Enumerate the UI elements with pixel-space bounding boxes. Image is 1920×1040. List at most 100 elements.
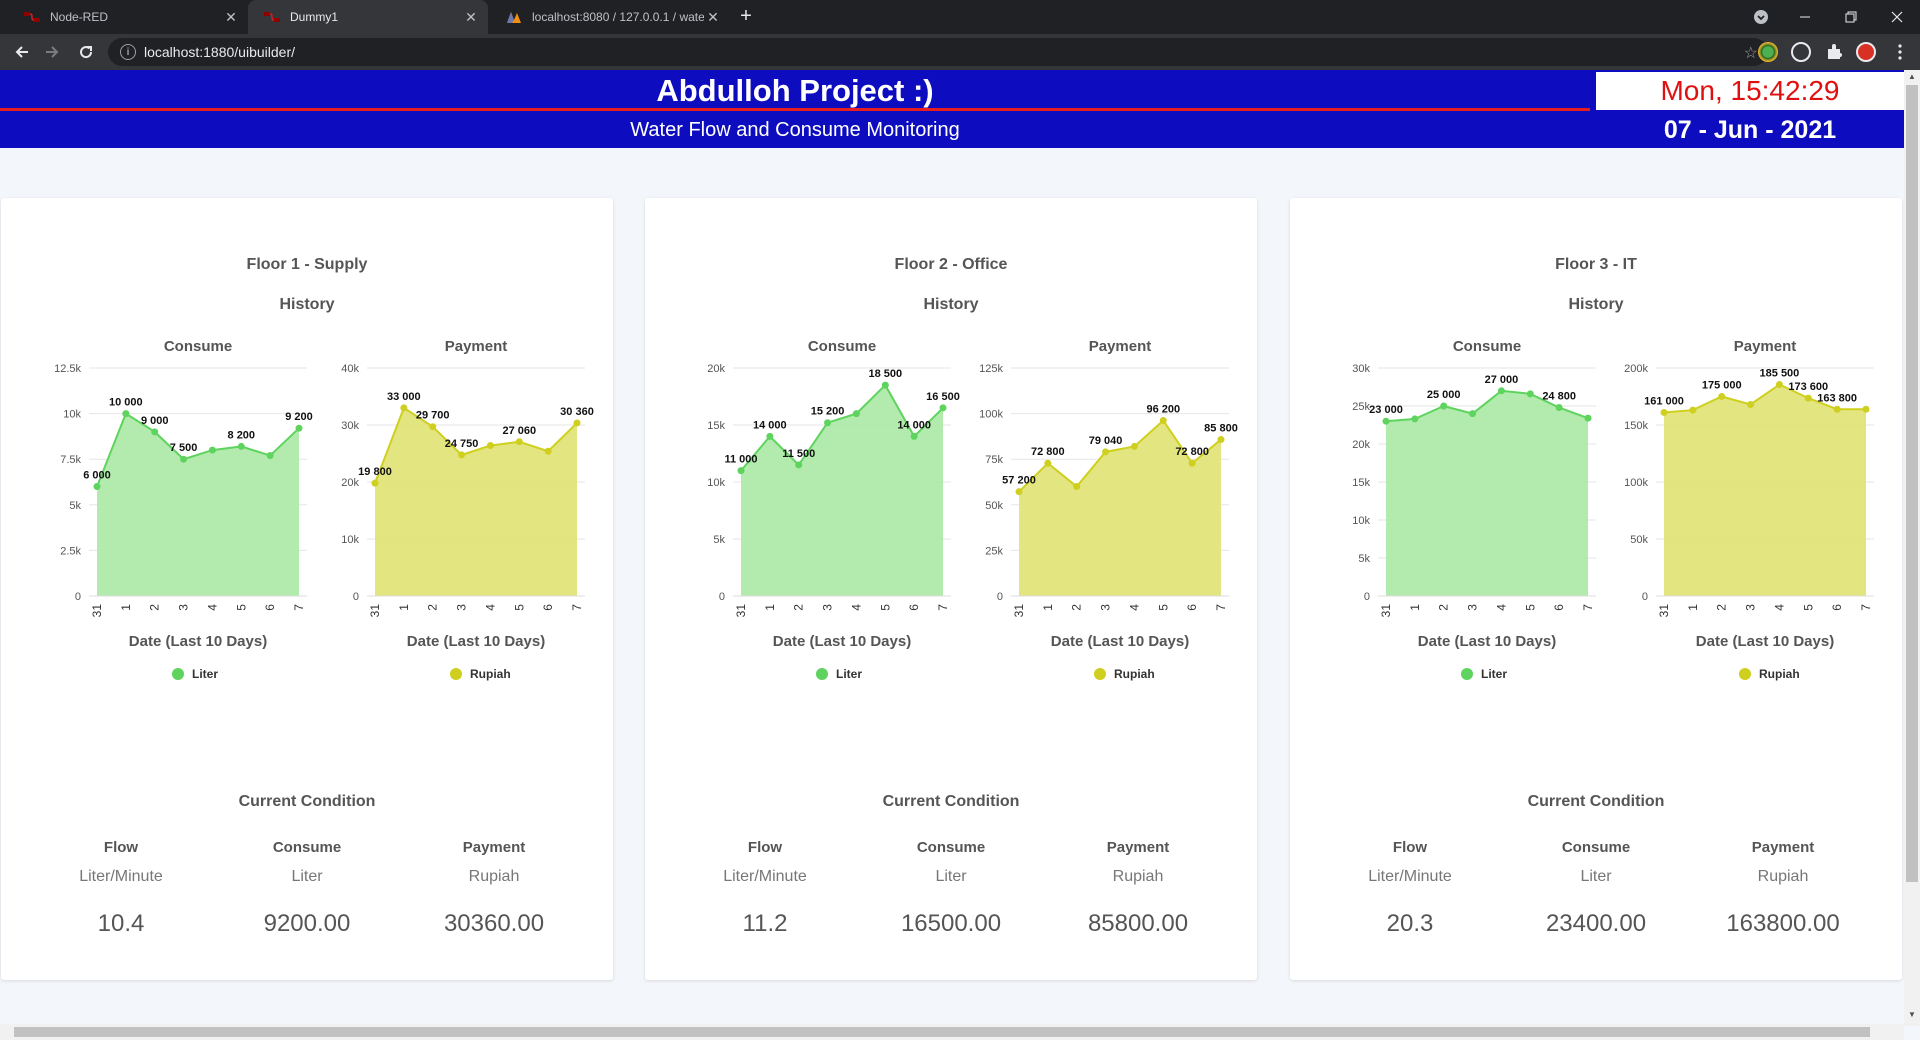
- globe-extension-icon[interactable]: [1791, 42, 1811, 62]
- bookmark-star-icon[interactable]: ☆: [1744, 43, 1758, 63]
- data-label: 6 000: [83, 470, 111, 482]
- metric-value: 20.3: [1386, 910, 1434, 937]
- x-tick-label: 4: [205, 604, 219, 611]
- data-point: [237, 442, 245, 450]
- data-label: 25 000: [1427, 389, 1461, 401]
- close-tab-icon[interactable]: ✕: [222, 8, 240, 26]
- data-point: [1775, 381, 1783, 389]
- data-label: 185 500: [1760, 368, 1800, 380]
- node-red-icon: [264, 9, 280, 25]
- x-tick-label: 3: [1744, 604, 1758, 611]
- y-tick-label: 15k: [1352, 477, 1370, 489]
- tab-label: Dummy1: [290, 10, 339, 24]
- data-label: 72 800: [1031, 446, 1065, 458]
- y-tick-label: 10k: [341, 534, 359, 546]
- metric-flow: Flow Liter/Minute 20.3: [1330, 838, 1490, 939]
- y-tick-label: 10k: [1352, 515, 1370, 527]
- data-label: 161 000: [1644, 395, 1684, 407]
- kebab-menu-icon[interactable]: [1888, 40, 1912, 64]
- y-tick-label: 30k: [1352, 363, 1370, 375]
- data-point: [1217, 436, 1225, 444]
- data-label: 24 750: [445, 438, 479, 450]
- tab-label: localhost:8080 / 127.0.0.1 / wate: [532, 10, 704, 24]
- data-point: [458, 451, 466, 459]
- back-arrow-icon[interactable]: [10, 40, 34, 64]
- legend-marker: [172, 668, 184, 680]
- tab-dummy1[interactable]: Dummy1 ✕: [248, 0, 488, 34]
- x-tick-label: 2: [1070, 604, 1084, 611]
- page-subtitle: Water Flow and Consume Monitoring: [630, 119, 960, 141]
- data-point: [1497, 387, 1505, 395]
- restore-icon[interactable]: [1828, 0, 1874, 34]
- close-tab-icon[interactable]: ✕: [704, 8, 722, 26]
- x-tick-label: 6: [1185, 604, 1199, 611]
- x-tick-label: 5: [1156, 604, 1170, 611]
- data-point: [1073, 483, 1081, 491]
- address-bar[interactable]: i localhost:1880/uibuilder/ ☆: [108, 38, 1768, 66]
- y-tick-label: 0: [1364, 591, 1370, 603]
- data-label: 96 200: [1146, 404, 1180, 416]
- scroll-up-arrow-icon[interactable]: ▲: [1906, 72, 1918, 84]
- y-tick-label: 20k: [707, 363, 725, 375]
- vertical-scroll-thumb[interactable]: [1906, 85, 1918, 882]
- data-point: [910, 432, 918, 440]
- chart-title: Consume: [808, 338, 876, 355]
- data-point: [1833, 405, 1841, 413]
- data-point: [1440, 402, 1448, 410]
- x-tick-label: 31: [368, 604, 382, 618]
- floor-card: Floor 3 - IT History Consume 0 5k 10k 15k 20k…: [1290, 198, 1902, 980]
- data-point: [429, 423, 437, 431]
- x-tick-label: 7: [292, 604, 306, 611]
- data-point: [852, 410, 860, 418]
- tab-search-icon[interactable]: [1738, 0, 1784, 34]
- y-tick-label: 75k: [985, 454, 1003, 466]
- header-divider: [0, 108, 1590, 111]
- legend-marker: [450, 668, 462, 680]
- x-axis-label: Date (Last 10 Days): [1418, 633, 1556, 650]
- consume-chart: Consume 0 5k 10k 15k 20k 11 000 14 000 11 500 15 …: [707, 338, 960, 681]
- x-tick-label: 4: [1772, 604, 1786, 611]
- data-point: [544, 447, 552, 455]
- x-tick-label: 7: [1859, 604, 1873, 611]
- close-window-icon[interactable]: [1874, 0, 1920, 34]
- extension-icon[interactable]: [1758, 42, 1778, 62]
- y-tick-label: 200k: [1624, 363, 1648, 375]
- data-point: [151, 428, 159, 436]
- close-tab-icon[interactable]: ✕: [462, 8, 480, 26]
- profile-avatar[interactable]: [1856, 42, 1876, 62]
- data-point: [1159, 417, 1167, 425]
- metric-label: Consume: [1561, 839, 1631, 856]
- data-point: [1747, 400, 1755, 408]
- y-tick-label: 25k: [985, 545, 1003, 557]
- tab-node-red[interactable]: Node-RED ✕: [8, 0, 248, 34]
- scroll-down-arrow-icon[interactable]: ▼: [1906, 1010, 1918, 1022]
- site-info-icon[interactable]: i: [120, 44, 136, 60]
- data-label: 30 360: [560, 406, 594, 418]
- tab-phpmyadmin[interactable]: localhost:8080 / 127.0.0.1 / wate ✕: [490, 0, 730, 34]
- date-display: 07 - Jun - 2021: [1663, 116, 1837, 144]
- clock-display: Mon, 15:42:29: [1596, 72, 1904, 110]
- new-tab-button[interactable]: +: [735, 6, 757, 28]
- minimize-icon[interactable]: [1782, 0, 1828, 34]
- y-tick-label: 0: [353, 591, 359, 603]
- reload-icon[interactable]: [74, 40, 98, 64]
- data-point: [93, 483, 101, 491]
- floor-card: Floor 1 - Supply History Consume 0 2.5k 5k 7…: [1, 198, 613, 980]
- legend-marker: [1094, 668, 1106, 680]
- puzzle-extensions-icon[interactable]: [1824, 42, 1844, 62]
- data-point: [371, 479, 379, 487]
- metric-label: Payment: [462, 839, 526, 856]
- consume-chart: Consume 0 5k 10k 15k 20k 25k 30k 23 000 25 000 27 …: [1352, 338, 1596, 681]
- forward-arrow-icon[interactable]: [40, 40, 64, 64]
- data-point: [766, 432, 774, 440]
- x-tick-label: 7: [1581, 604, 1595, 611]
- data-point: [266, 452, 274, 460]
- x-tick-label: 1: [1041, 604, 1055, 611]
- current-condition-title: Current Condition: [882, 793, 1020, 810]
- metric-flow: Flow Liter/Minute 10.4: [41, 838, 201, 939]
- y-tick-label: 15k: [707, 420, 725, 432]
- y-tick-label: 20k: [341, 477, 359, 489]
- metric-consume: Consume Liter 16500.00: [871, 838, 1031, 939]
- horizontal-scroll-thumb[interactable]: [14, 1027, 1870, 1037]
- metric-label: Consume: [272, 839, 342, 856]
